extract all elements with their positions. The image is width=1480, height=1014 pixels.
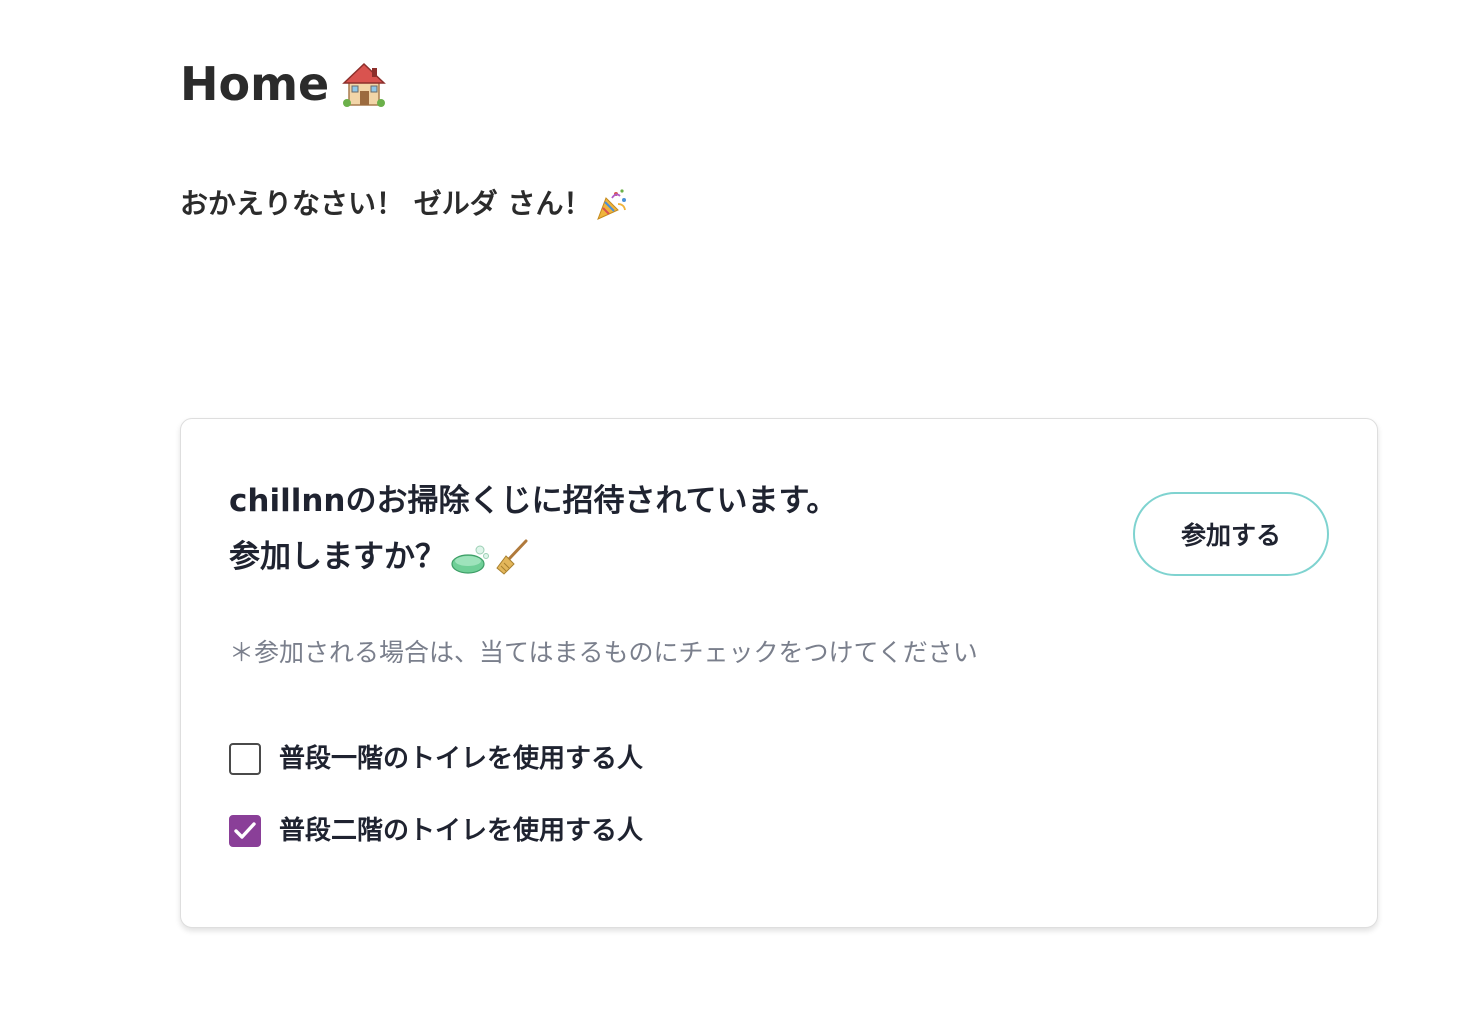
checkbox-second-floor[interactable] <box>229 815 261 847</box>
soap-icon <box>450 539 490 575</box>
invitation-heading: chillnnのお掃除くじに招待されています。 参加しますか？ <box>229 473 837 585</box>
page-title-text: Home <box>180 57 330 111</box>
broom-icon <box>494 538 530 576</box>
welcome-text: おかえりなさい！ ゼルダ さん！ <box>180 187 592 220</box>
option-first-floor[interactable]: 普段一階のトイレを使用する人 <box>229 735 643 783</box>
checkmark-icon <box>234 822 256 839</box>
invitation-heading-line1: chillnnのお掃除くじに招待されています。 <box>229 483 838 519</box>
option-second-floor-label: 普段二階のトイレを使用する人 <box>279 816 644 846</box>
invitation-heading-line2-row: 参加しますか？ <box>229 529 837 585</box>
home-page: Home おかえりなさい！ ゼルダ さん！ chillnnのお掃除くじに招待され… <box>0 0 1480 1014</box>
instruction-note: ＊参加される場合は、当てはまるものにチェックをつけてください <box>229 638 978 667</box>
option-first-floor-label: 普段一階のトイレを使用する人 <box>279 744 644 774</box>
join-button[interactable]: 参加する <box>1133 492 1329 576</box>
house-icon <box>339 59 389 109</box>
page-title: Home <box>180 52 389 116</box>
checkbox-first-floor[interactable] <box>229 743 261 775</box>
role-options: 普段一階のトイレを使用する人 普段二階のトイレを使用する人 <box>229 735 643 879</box>
party-popper-icon <box>594 186 630 222</box>
invitation-card: chillnnのお掃除くじに招待されています。 参加しますか？ 参加する ＊参加… <box>180 418 1378 928</box>
welcome-message: おかえりなさい！ ゼルダ さん！ <box>180 182 630 226</box>
option-second-floor[interactable]: 普段二階のトイレを使用する人 <box>229 807 643 855</box>
invitation-heading-line2: 参加しますか？ <box>229 539 446 575</box>
